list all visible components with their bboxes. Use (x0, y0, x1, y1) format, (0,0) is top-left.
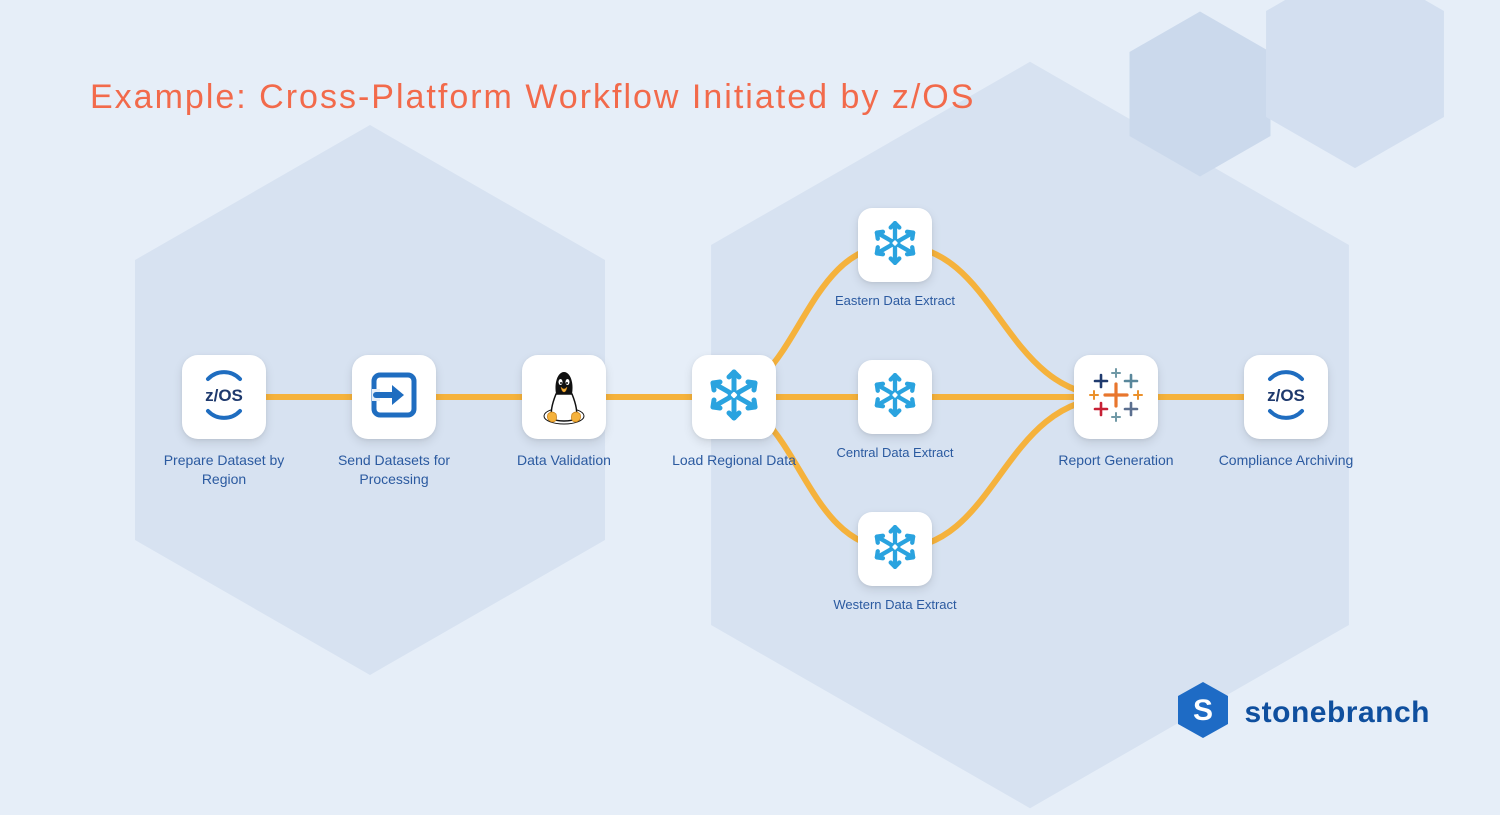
node-report-generation: Report Generation (1046, 355, 1186, 470)
node-data-validation: Data Validation (494, 355, 634, 470)
svg-text:z/OS: z/OS (1267, 386, 1305, 405)
card (692, 355, 776, 439)
brand-logo: S stonebranch (1176, 680, 1430, 745)
tableau-icon (1087, 366, 1145, 429)
snowflake-icon (870, 370, 920, 425)
node-send-datasets: Send Datasets for Processing (324, 355, 464, 489)
brand-hex-icon: S (1176, 680, 1230, 745)
node-label: Eastern Data Extract (825, 292, 965, 310)
node-prepare-dataset: z/OS Prepare Dataset by Region (154, 355, 294, 489)
node-label: Compliance Archiving (1216, 451, 1356, 470)
brand-name: stonebranch (1244, 696, 1430, 730)
node-load-regional: Load Regional Data (664, 355, 804, 470)
card: z/OS (182, 355, 266, 439)
card: z/OS (1244, 355, 1328, 439)
node-compliance-archiving: z/OS Compliance Archiving (1216, 355, 1356, 470)
node-western-extract: Western Data Extract (825, 512, 965, 614)
card (858, 360, 932, 434)
card (522, 355, 606, 439)
card (858, 512, 932, 586)
node-label: Data Validation (494, 451, 634, 470)
bg-hex-top-right-2 (1260, 0, 1450, 170)
node-label: Prepare Dataset by Region (154, 451, 294, 489)
linux-tux-icon (536, 364, 592, 431)
card (858, 208, 932, 282)
card (352, 355, 436, 439)
svg-text:z/OS: z/OS (205, 386, 243, 405)
zos-icon: z/OS (1256, 365, 1316, 430)
node-label: Send Datasets for Processing (324, 451, 464, 489)
bg-hex-top-right-1 (1125, 10, 1275, 178)
node-label: Western Data Extract (825, 596, 965, 614)
snowflake-icon (870, 522, 920, 577)
node-label: Load Regional Data (664, 451, 804, 470)
node-label: Report Generation (1046, 451, 1186, 470)
snowflake-icon (705, 366, 763, 429)
snowflake-icon (870, 218, 920, 273)
zos-icon: z/OS (194, 365, 254, 430)
node-eastern-extract: Eastern Data Extract (825, 208, 965, 310)
card (1074, 355, 1158, 439)
diagram-title: Example: Cross-Platform Workflow Initiat… (90, 78, 975, 117)
node-central-extract: Central Data Extract (825, 360, 965, 462)
arrow-in-icon (366, 367, 422, 428)
brand-mark-letter: S (1193, 694, 1213, 727)
node-label: Central Data Extract (825, 444, 965, 462)
